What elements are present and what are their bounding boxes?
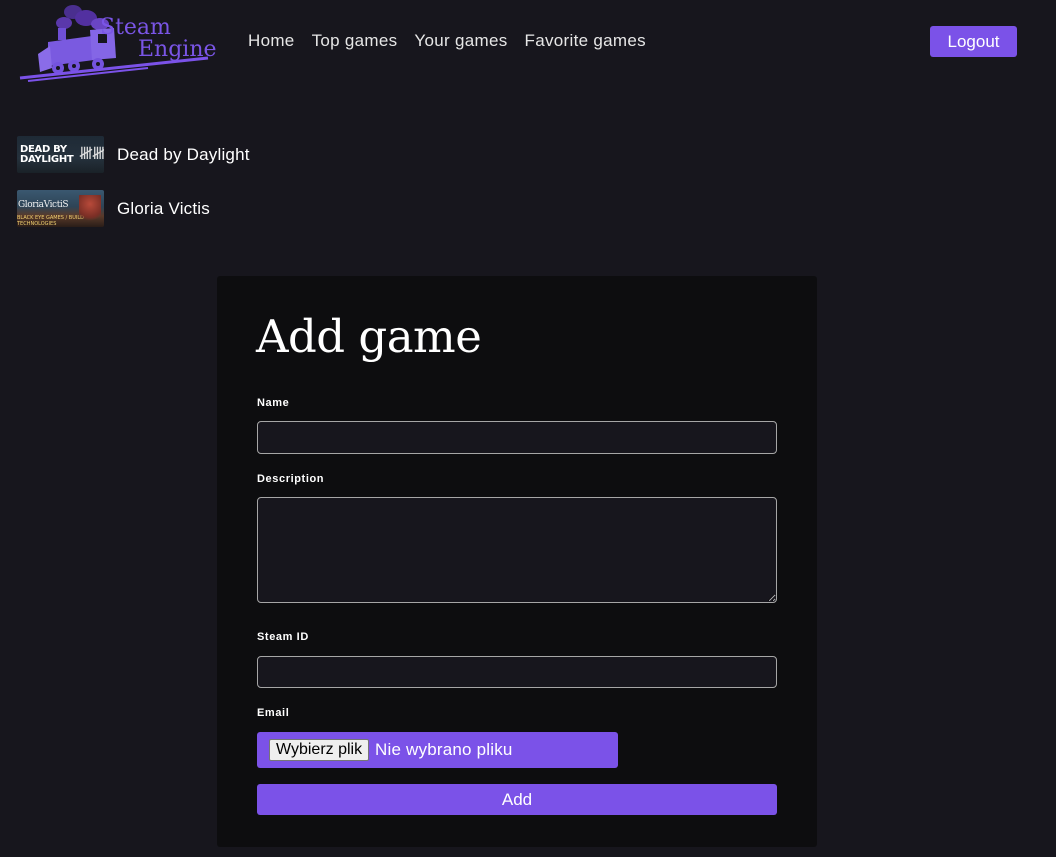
steam-engine-logo[interactable]: Steam Engine (18, 2, 218, 82)
description-label: Description (257, 473, 325, 485)
list-item[interactable]: DEAD BY DAYLIGHT 𝍸𝍸 Dead by Daylight (17, 136, 250, 173)
game-thumbnail: DEAD BY DAYLIGHT 𝍸𝍸 (17, 136, 104, 173)
add-game-form: Add game Name Description Steam ID Email… (217, 276, 817, 847)
thumbnail-text-line2: DAYLIGHT (20, 154, 74, 165)
logo-text-engine: Engine (138, 37, 217, 62)
game-title[interactable]: Gloria Victis (117, 199, 210, 219)
add-button[interactable]: Add (257, 784, 777, 815)
logo-text-steam: Steam (100, 15, 171, 40)
list-item[interactable]: GloriaVictiS BLACK EYE GAMES / BUILD TEC… (17, 190, 250, 227)
choose-file-button[interactable]: Wybierz plik (269, 739, 370, 761)
steam-id-label: Steam ID (257, 631, 309, 643)
warrior-figure-icon (79, 195, 101, 225)
thumbnail-text-line1: GloriaVictiS (18, 200, 69, 210)
file-upload-field[interactable]: Wybierz plik Nie wybrano pliku (257, 732, 618, 768)
game-list: DEAD BY DAYLIGHT 𝍸𝍸 Dead by Daylight Glo… (17, 136, 250, 244)
nav-your-games-link[interactable]: Your games (414, 31, 507, 51)
main-nav: Home Top games Your games Favorite games (248, 31, 663, 51)
name-field[interactable] (257, 421, 777, 454)
nav-favorite-games-link[interactable]: Favorite games (525, 31, 646, 51)
description-field[interactable] (257, 497, 777, 603)
nav-top-games-link[interactable]: Top games (312, 31, 398, 51)
nav-home-link[interactable]: Home (248, 31, 295, 51)
form-title: Add game (256, 310, 482, 363)
game-title[interactable]: Dead by Daylight (117, 145, 250, 165)
logout-button[interactable]: Logout (930, 26, 1017, 57)
name-label: Name (257, 397, 290, 409)
email-label: Email (257, 707, 290, 719)
file-status-text: Nie wybrano pliku (375, 740, 513, 759)
tally-marks-icon: 𝍸𝍸 (79, 144, 104, 164)
thumbnail-logo-text: DEAD BY DAYLIGHT (20, 145, 74, 165)
game-thumbnail: GloriaVictiS BLACK EYE GAMES / BUILD TEC… (17, 190, 104, 227)
top-navbar: Steam Engine Home Top games Your games F… (0, 0, 1056, 84)
steam-id-field[interactable] (257, 656, 777, 688)
